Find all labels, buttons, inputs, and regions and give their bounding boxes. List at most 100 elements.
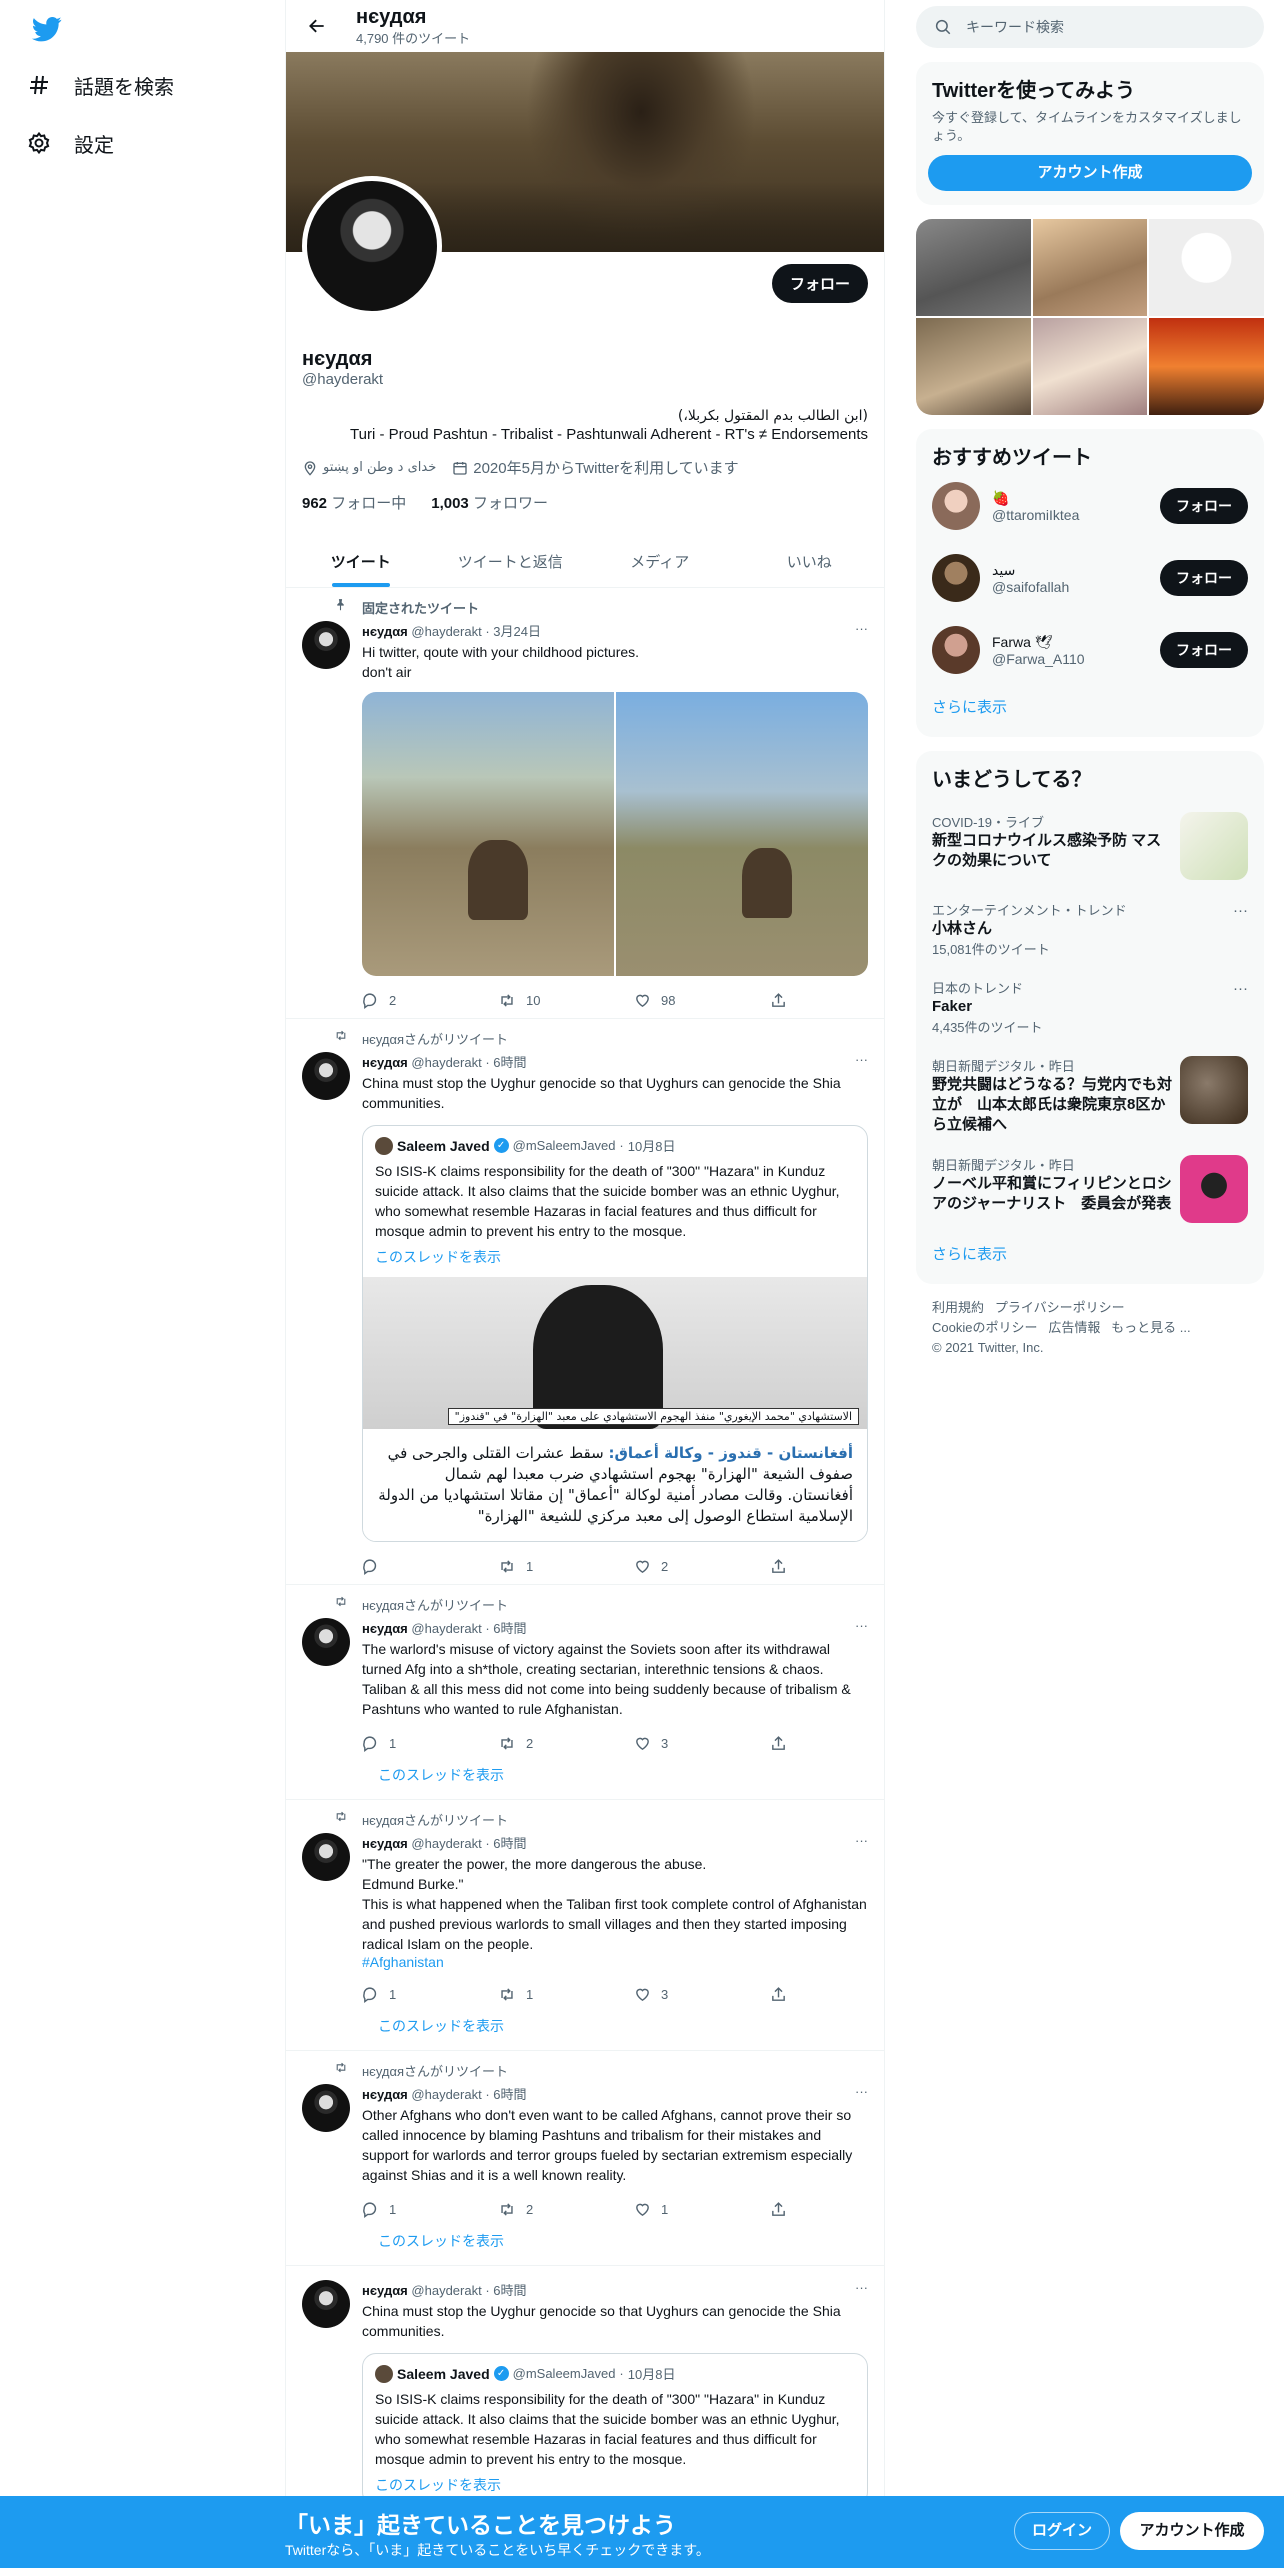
tweet-author-name[interactable]: нєудαя: [362, 1836, 408, 1851]
media-thumbnail[interactable]: [1032, 219, 1148, 316]
tweet-context[interactable]: нєудαяさんがリツイート: [362, 1598, 508, 1613]
like-button[interactable]: 3: [634, 1735, 770, 1752]
show-more-link[interactable]: さらに表示: [916, 686, 1264, 737]
tweet-author-name[interactable]: нєудαя: [362, 2087, 408, 2102]
tweet-media[interactable]: [362, 692, 868, 976]
tweet-context[interactable]: нєудαяさんがリツイート: [362, 1813, 508, 1828]
tweet-author-name[interactable]: нєудαя: [362, 1055, 408, 1070]
footer-link[interactable]: 利用規約: [932, 1300, 984, 1315]
footer-link[interactable]: もっと見る ...: [1111, 1320, 1190, 1335]
share-button[interactable]: [770, 992, 787, 1009]
tweet[interactable]: нєудαяさんがリツイート нєудαя @hayderakt · 6時間 ··…: [286, 1800, 884, 2051]
trend-item[interactable]: 日本のトレンド Faker 4,435件のツイート ···: [916, 968, 1264, 1046]
avatar[interactable]: [302, 1052, 350, 1100]
footer-link[interactable]: プライバシーポリシー: [995, 1300, 1125, 1315]
avatar[interactable]: [302, 2084, 350, 2132]
profile-avatar[interactable]: [302, 176, 442, 316]
reply-button[interactable]: 1: [362, 1986, 498, 2003]
quote-image[interactable]: الاستشهادي "محمد الإيغوري" منفذ الهجوم ا…: [363, 1277, 867, 1429]
avatar[interactable]: [302, 1618, 350, 1666]
show-thread-link[interactable]: このスレッドを表示: [302, 2012, 868, 2050]
following-link[interactable]: 962 フォロー中: [302, 495, 406, 512]
suggested-user[interactable]: سید @saifofallah フォロー: [916, 542, 1264, 614]
more-icon[interactable]: ···: [1233, 980, 1248, 997]
tweet-author-handle[interactable]: @hayderakt: [411, 1055, 481, 1070]
share-button[interactable]: [770, 1735, 787, 1752]
tweet-author-handle[interactable]: @hayderakt: [411, 2087, 481, 2102]
follow-button[interactable]: フォロー: [1160, 488, 1248, 524]
more-icon[interactable]: ···: [855, 2084, 868, 2103]
trend-item[interactable]: エンターテインメント・トレンド 小林さん 15,081件のツイート ···: [916, 890, 1264, 968]
tweet-time[interactable]: 6時間: [493, 1836, 526, 1851]
tweet[interactable]: 固定されたツイート нєудαя @hayderakt · 3月24日 ··· H…: [286, 588, 884, 1019]
more-icon[interactable]: ···: [855, 1618, 868, 1637]
reply-button[interactable]: [362, 1558, 498, 1575]
retweet-button[interactable]: 10: [498, 992, 634, 1009]
reply-button[interactable]: 1: [362, 2201, 498, 2218]
suggested-user[interactable]: 🍓 @ttaromiIktea フォロー: [916, 470, 1264, 542]
nav-settings[interactable]: 設定: [24, 114, 264, 172]
tweet-author-name[interactable]: нєудαя: [362, 624, 408, 639]
more-icon[interactable]: ···: [855, 621, 868, 640]
tab-tweets[interactable]: ツイート: [286, 535, 436, 587]
retweet-button[interactable]: 1: [498, 1986, 634, 2003]
tweet[interactable]: нєудαяさんがリツイート нєудαя @hayderakt · 6時間 ··…: [286, 1585, 884, 1800]
like-button[interactable]: 1: [634, 2201, 770, 2218]
avatar[interactable]: [302, 1833, 350, 1881]
show-more-link[interactable]: さらに表示: [916, 1233, 1264, 1284]
footer-link[interactable]: Cookieのポリシー: [932, 1320, 1037, 1335]
tweet-author-handle[interactable]: @hayderakt: [411, 1621, 481, 1636]
follow-button[interactable]: フォロー: [1160, 632, 1248, 668]
quoted-tweet[interactable]: Saleem Javed ✓ @mSaleemJaved · 10月8日 So IS…: [362, 2353, 868, 2506]
retweet-button[interactable]: 1: [498, 1558, 634, 1575]
tweet-author-name[interactable]: нєудαя: [362, 1621, 408, 1636]
media-thumbnail[interactable]: [1149, 318, 1264, 415]
show-thread-link[interactable]: このスレッドを表示: [375, 1249, 501, 1265]
retweet-button[interactable]: 2: [498, 2201, 634, 2218]
like-button[interactable]: 3: [634, 1986, 770, 2003]
avatar[interactable]: [932, 626, 980, 674]
retweet-button[interactable]: 2: [498, 1735, 634, 1752]
share-button[interactable]: [770, 1558, 787, 1575]
tweet-author-handle[interactable]: @hayderakt: [411, 2283, 481, 2298]
quoted-tweet[interactable]: Saleem Javed ✓ @mSaleemJaved · 10月8日 So IS…: [362, 1125, 868, 1542]
tweet-context[interactable]: нєудαяさんがリツイート: [362, 1032, 508, 1047]
avatar[interactable]: [302, 621, 350, 669]
trend-item[interactable]: COVID-19・ライブ 新型コロナウイルス感染予防 マスクの効果について: [916, 802, 1264, 890]
back-arrow-icon[interactable]: [304, 13, 330, 39]
show-thread-link[interactable]: このスレッドを表示: [375, 2477, 501, 2493]
signup-button[interactable]: アカウント作成: [1120, 2512, 1264, 2550]
show-thread-link[interactable]: このスレッドを表示: [302, 2227, 868, 2265]
footer-link[interactable]: 広告情報: [1048, 1320, 1100, 1335]
reply-button[interactable]: 2: [362, 992, 498, 1009]
tweet-author-name[interactable]: нєудαя: [362, 2283, 408, 2298]
show-thread-link[interactable]: このスレッドを表示: [302, 1761, 868, 1799]
tweet-photo[interactable]: [616, 692, 868, 976]
hashtag-link[interactable]: #Afghanistan: [362, 1954, 868, 1970]
login-button[interactable]: ログイン: [1014, 2512, 1110, 2550]
media-thumbnail[interactable]: [916, 318, 1031, 415]
tweet[interactable]: нєудαяさんがリツイート нєудαя @hayderakt · 6時間 ··…: [286, 2051, 884, 2266]
tweet-context[interactable]: нєудαяさんがリツイート: [362, 2064, 508, 2079]
more-icon[interactable]: ···: [1233, 902, 1248, 919]
avatar[interactable]: [302, 2280, 350, 2328]
trend-item[interactable]: 朝日新聞デジタル・昨日 ノーベル平和賞にフィリピンとロシアのジャーナリスト 委員会…: [916, 1145, 1264, 1233]
media-thumbnail[interactable]: [916, 219, 1031, 316]
media-thumbnail[interactable]: [1032, 318, 1148, 415]
more-icon[interactable]: ···: [855, 1833, 868, 1852]
tab-media[interactable]: メディア: [585, 535, 735, 587]
more-icon[interactable]: ···: [855, 2280, 868, 2299]
twitter-logo-icon[interactable]: [30, 14, 64, 44]
avatar[interactable]: [932, 482, 980, 530]
followers-link[interactable]: 1,003 フォロワー: [431, 495, 548, 512]
tweet-time[interactable]: 6時間: [493, 1055, 526, 1070]
reply-button[interactable]: 1: [362, 1735, 498, 1752]
like-button[interactable]: 2: [634, 1558, 770, 1575]
tweet-time[interactable]: 6時間: [493, 2283, 526, 2298]
tweet[interactable]: нєудαяさんがリツイート нєудαя @hayderakt · 6時間 ··…: [286, 1019, 884, 1585]
tweet-photo[interactable]: [362, 692, 614, 976]
suggested-user[interactable]: Farwa 🕊 @Farwa_A110 フォロー: [916, 614, 1264, 686]
follow-button[interactable]: フォロー: [1160, 560, 1248, 596]
tweet-time[interactable]: 3月24日: [493, 624, 541, 639]
avatar[interactable]: [932, 554, 980, 602]
